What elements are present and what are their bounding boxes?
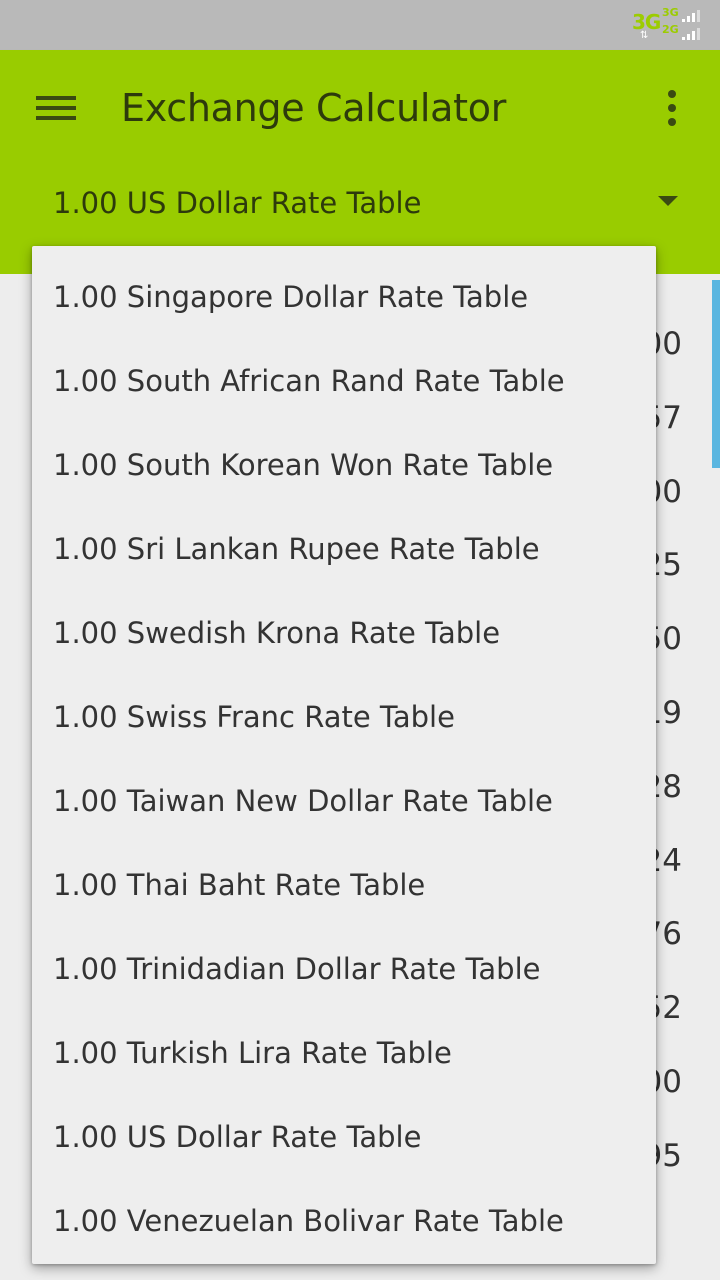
dropdown-arrow-icon xyxy=(658,196,678,206)
dropdown-item-label: 1.00 South African Rand Rate Table xyxy=(53,364,565,398)
hamburger-menu-icon[interactable] xyxy=(36,96,76,120)
rate-table-spinner[interactable]: 1.00 US Dollar Rate Table xyxy=(0,172,720,242)
dropdown-item-label: 1.00 Singapore Dollar Rate Table xyxy=(53,280,529,314)
dropdown-item-label: 1.00 Turkish Lira Rate Table xyxy=(53,1036,452,1070)
data-activity-icon: ⇅ xyxy=(640,30,649,41)
dropdown-item-label: 1.00 Taiwan New Dollar Rate Table xyxy=(53,784,553,818)
dropdown-item[interactable]: 1.00 Taiwan New Dollar Rate Table xyxy=(32,762,656,846)
dropdown-item[interactable]: 1.00 Sri Lankan Rupee Rate Table xyxy=(32,510,656,594)
app-title: Exchange Calculator xyxy=(121,86,507,130)
more-vertical-icon[interactable] xyxy=(664,88,680,128)
signal-bars-icon xyxy=(682,10,702,22)
dropdown-item[interactable]: 1.00 US Dollar Rate Table xyxy=(32,1098,656,1182)
scrollbar[interactable] xyxy=(712,280,720,468)
app-bar: Exchange Calculator 1.00 US Dollar Rate … xyxy=(0,50,720,274)
dropdown-item-label: 1.00 Swedish Krona Rate Table xyxy=(53,616,501,650)
sim2-network-label: 2G xyxy=(662,23,679,36)
dropdown-item[interactable]: 1.00 Swedish Krona Rate Table xyxy=(32,594,656,678)
signal-bars-icon xyxy=(682,28,702,40)
network-status: 3G ⇅ 3G 2G xyxy=(624,6,702,44)
dropdown-item-label: 1.00 Swiss Franc Rate Table xyxy=(53,700,455,734)
dropdown-item[interactable]: 1.00 South African Rand Rate Table xyxy=(32,342,656,426)
dropdown-item[interactable]: 1.00 Thai Baht Rate Table xyxy=(32,846,656,930)
spinner-selected-label: 1.00 US Dollar Rate Table xyxy=(53,186,422,220)
dropdown-item-label: 1.00 Trinidadian Dollar Rate Table xyxy=(53,952,541,986)
dropdown-item[interactable]: 1.00 Venezuelan Bolivar Rate Table xyxy=(32,1182,656,1264)
sim1-network-label: 3G xyxy=(662,6,679,19)
dropdown-item-label: 1.00 Venezuelan Bolivar Rate Table xyxy=(53,1204,564,1238)
dropdown-item-label: 1.00 US Dollar Rate Table xyxy=(53,1120,422,1154)
status-bar: 3G ⇅ 3G 2G xyxy=(0,0,720,50)
dropdown-item[interactable]: 1.00 Swiss Franc Rate Table xyxy=(32,678,656,762)
dropdown-item[interactable]: 1.00 South Korean Won Rate Table xyxy=(32,426,656,510)
dropdown-item-label: 1.00 South Korean Won Rate Table xyxy=(53,448,554,482)
dropdown-item-label: 1.00 Sri Lankan Rupee Rate Table xyxy=(53,532,540,566)
dropdown-item[interactable]: 1.00 Singapore Dollar Rate Table xyxy=(32,258,656,342)
dropdown-item-label: 1.00 Thai Baht Rate Table xyxy=(53,868,426,902)
dropdown-item[interactable]: 1.00 Trinidadian Dollar Rate Table xyxy=(32,930,656,1014)
currency-dropdown-menu: 1.00 Singapore Dollar Rate Table 1.00 Sou… xyxy=(32,246,656,1264)
dropdown-item[interactable]: 1.00 Turkish Lira Rate Table xyxy=(32,1014,656,1098)
